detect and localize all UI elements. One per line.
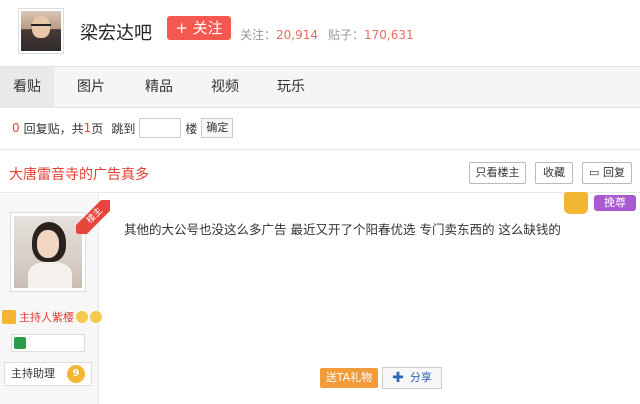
page-unit: 页 [91, 121, 104, 136]
tab-videos[interactable]: 视频 [196, 67, 254, 108]
vip-area: 挽尊 [564, 192, 638, 214]
smiley-icon [90, 311, 102, 323]
vip-crown-icon [564, 192, 588, 214]
pager: 0 回复贴，共 1 页 跳到 楼 确定 [12, 117, 234, 139]
tab-posts[interactable]: 看贴 [0, 67, 54, 108]
level-badge: 9 [67, 365, 85, 383]
follow-count: 20,914 [276, 28, 319, 42]
thread-title: 大唐雷音寺的广告真多 [9, 167, 149, 183]
tab-fun[interactable]: 玩乐 [262, 67, 320, 108]
author-role[interactable]: 主持人紫樱 [19, 309, 74, 325]
floor-label: 楼 [185, 121, 198, 136]
thread-title-bar: 大唐雷音寺的广告真多 只看楼主 收藏 ▭ 回复 [0, 149, 640, 193]
forum-header: 梁宏达吧 + 关注 关注：20,914 贴子：170,631 [0, 0, 640, 66]
reply-text: 回复贴，共 [23, 121, 84, 136]
bar-avatar[interactable] [18, 8, 64, 54]
favorite-button[interactable]: 收藏 [535, 162, 573, 184]
author-avatar[interactable] [10, 212, 86, 292]
vip-tag[interactable]: 挽尊 [594, 195, 636, 211]
tab-images[interactable]: 图片 [62, 67, 120, 108]
author-role-row: 主持人紫樱 [2, 309, 102, 325]
reply-icon: ▭ [589, 166, 600, 179]
crown-icon [2, 310, 16, 324]
level-box[interactable]: 主持助理 9 [4, 362, 92, 386]
share-label: 分享 [409, 371, 432, 384]
jump-label: 跳到 [111, 121, 136, 136]
post-content: 其他的大公号也没这么多广告 最近又开了个阳春优选 专门卖东西的 这么缺钱的 [124, 222, 561, 237]
smiley-icon [76, 311, 88, 323]
follow-button[interactable]: + 关注 [167, 16, 231, 40]
posts-count: 170,631 [364, 28, 414, 42]
page-count: 1 [83, 121, 92, 135]
gift-button[interactable]: 送TA礼物 [320, 368, 378, 388]
tab-featured[interactable]: 精品 [130, 67, 188, 108]
confirm-button[interactable]: 确定 [201, 118, 234, 138]
forum-nav: 看贴 图片 精品 视频 玩乐 [0, 66, 640, 108]
owner-ribbon: 楼主 [76, 200, 110, 234]
share-plus-icon: ✚ [392, 370, 404, 386]
gem-icon [14, 337, 26, 349]
reply-label: 回复 [602, 166, 625, 179]
share-button[interactable]: ✚ 分享 [382, 367, 442, 389]
reply-count: 0 [12, 121, 20, 135]
follow-count-label: 关注： [240, 28, 277, 42]
only-owner-button[interactable]: 只看楼主 [469, 162, 526, 184]
bar-stats: 关注：20,914 贴子：170,631 [240, 26, 414, 43]
page-jump-input[interactable] [139, 118, 182, 138]
member-badge[interactable] [11, 334, 85, 352]
reply-button[interactable]: ▭ 回复 [582, 162, 632, 184]
level-title: 主持助理 [11, 367, 55, 380]
posts-count-label: 贴子： [328, 28, 365, 42]
owner-ribbon-label: 楼主 [76, 200, 110, 234]
bar-name[interactable]: 梁宏达吧 [80, 19, 152, 45]
